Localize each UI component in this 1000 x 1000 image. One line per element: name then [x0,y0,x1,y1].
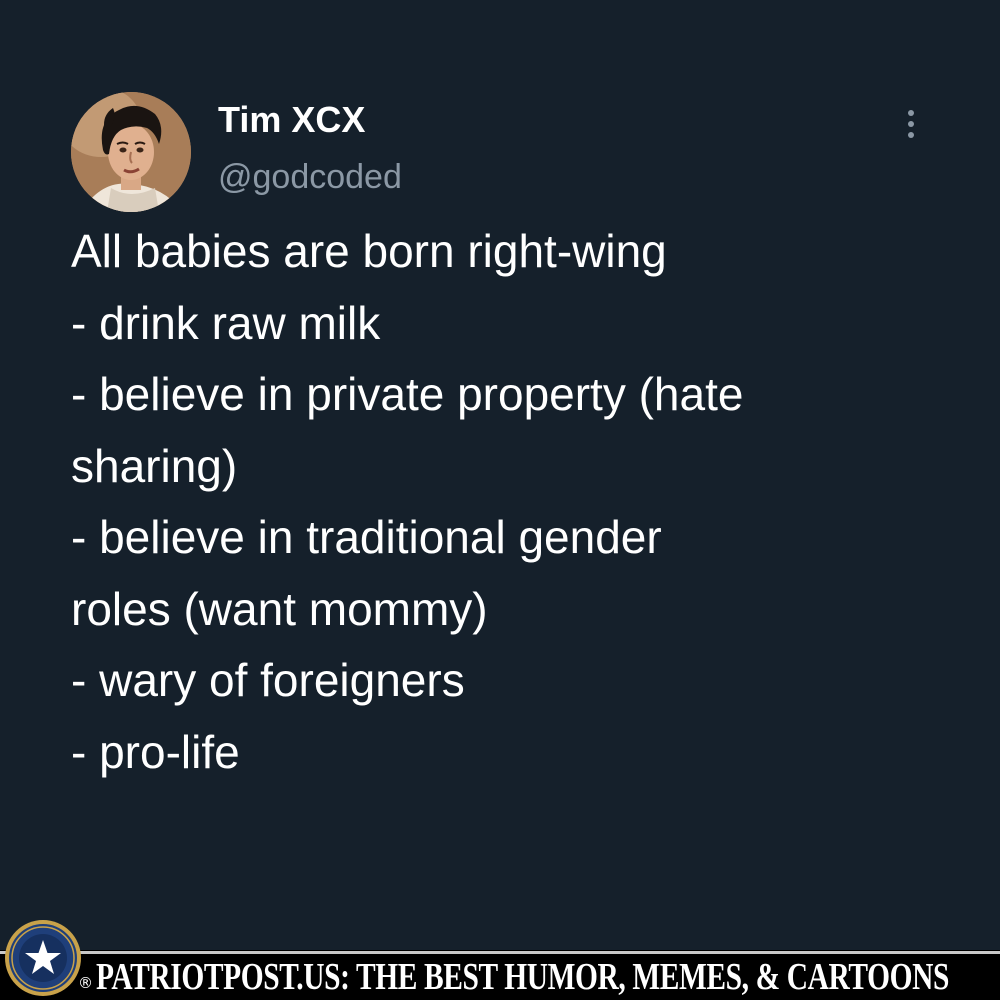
tweet-text-line: - wary of foreigners [71,654,465,706]
watermark-divider [0,951,1000,954]
watermark-text: PATRIOTPOST.US: THE BEST HUMOR, MEMES, &… [96,956,949,998]
star-seal-logo-icon [3,918,83,998]
painted-portrait-avatar-icon [71,92,191,212]
tweet-text-line: - drink raw milk [71,296,381,349]
tweet-text-line: sharing) [71,439,238,492]
more-options-button[interactable] [896,104,926,144]
more-vertical-icon [908,110,914,116]
tweet-text-line: roles (want mommy) [71,582,488,635]
tweet-text-line: All babies are born right-wing [71,225,667,277]
tweet-text: All babies are born right-wing - drink r… [71,216,971,788]
author-avatar[interactable] [71,92,191,212]
author-display-name[interactable]: Tim XCX [218,98,365,142]
tweet-text-line: - believe in private property (hate [71,368,744,420]
author-handle[interactable]: @godcoded [218,155,402,199]
tweet-text-line: - believe in traditional gender [71,511,662,563]
tweet-text-line: - pro-life [71,725,240,778]
registered-mark: ® [78,974,93,992]
more-vertical-icon-dot [908,132,914,138]
more-vertical-icon-dot [908,121,914,127]
tweet-screenshot: Tim XCX @godcoded All babies are born ri… [0,0,1000,1000]
